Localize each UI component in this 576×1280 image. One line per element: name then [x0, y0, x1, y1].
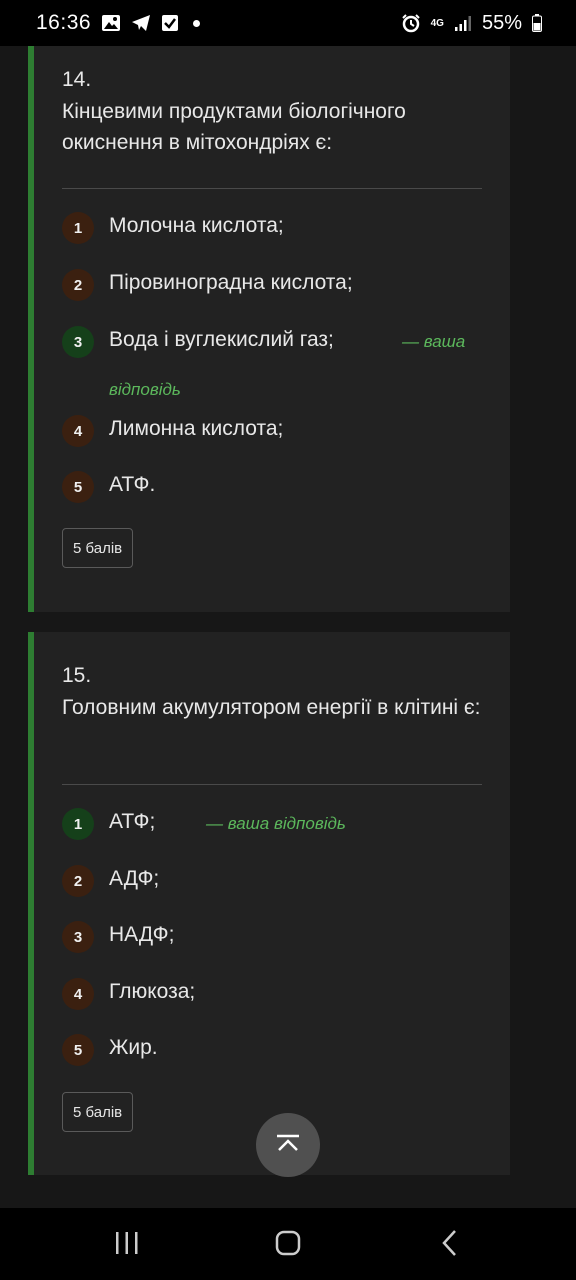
option-number-badge: 4 — [62, 978, 94, 1010]
option-1: 1 Молочна кислота; — [62, 212, 482, 248]
option-1-selected: 1 АТФ; — ваша відповідь — [62, 808, 482, 844]
points-badge: 5 балів — [62, 528, 134, 568]
question-card-14: 14. Кінцевими продуктами біологічного ок… — [28, 46, 510, 612]
option-number-badge: 4 — [62, 415, 94, 447]
question-number: 15. — [62, 664, 92, 687]
recent-apps-icon — [114, 1231, 140, 1260]
option-3: 3 НАДФ; — [62, 921, 482, 957]
your-answer-label: — ваша — [402, 332, 466, 351]
option-4: 4 Лимонна кислота; — [62, 415, 482, 451]
option-number-badge-correct: 3 — [62, 326, 94, 358]
network-type-icon: 4G — [430, 17, 444, 29]
back-button[interactable] — [430, 1229, 470, 1262]
status-time: 16:36 — [36, 11, 92, 34]
option-text: Молочна кислота; — [109, 214, 284, 237]
alarm-icon — [401, 13, 421, 33]
signal-icon — [454, 14, 472, 32]
option-number-badge: 5 — [62, 471, 94, 503]
option-3-selected: 3 Вода і вуглекислий газ; — ваша відпові… — [62, 326, 482, 406]
option-text: Піровиноградна кислота; — [109, 271, 353, 294]
option-number-badge: 2 — [62, 269, 94, 301]
option-number-badge-correct: 1 — [62, 808, 94, 840]
option-5: 5 АТФ. — [62, 471, 482, 507]
recent-apps-button[interactable] — [107, 1230, 147, 1260]
option-number-badge: 2 — [62, 865, 94, 897]
your-answer-label: — ваша відповідь — [206, 814, 346, 833]
scroll-to-top-button[interactable] — [256, 1113, 320, 1177]
option-text: АДФ; — [109, 867, 160, 890]
question-number: 14. — [62, 68, 92, 91]
option-text: НАДФ; — [109, 923, 175, 946]
divider — [62, 784, 482, 785]
question-text: Головним акумулятором енергії в клітині … — [62, 696, 481, 719]
chevron-up-icon — [275, 1133, 301, 1158]
option-2: 2 Піровиноградна кислота; — [62, 269, 482, 305]
option-number-badge: 1 — [62, 212, 94, 244]
option-text: АТФ. — [109, 473, 156, 496]
telegram-icon — [131, 14, 151, 32]
option-2: 2 АДФ; — [62, 865, 482, 901]
divider — [62, 188, 482, 189]
option-text: Глюкоза; — [109, 980, 196, 1003]
question-text: Кінцевими продуктами біологічного окисне… — [62, 100, 406, 154]
system-nav-bar — [0, 1208, 576, 1280]
home-icon — [275, 1230, 301, 1261]
option-text: АТФ; — [109, 810, 156, 833]
option-text: Вода і вуглекислий газ; — [109, 328, 334, 351]
option-number-badge: 3 — [62, 921, 94, 953]
battery-percent: 55% — [481, 11, 522, 34]
checkbox-icon — [161, 14, 179, 32]
question-card-15: 15. Головним акумулятором енергії в кліт… — [28, 632, 510, 1175]
your-answer-label-cont: відповідь — [109, 380, 181, 399]
status-bar: 16:36 4G 55% — [0, 0, 576, 46]
option-text: Лимонна кислота; — [109, 417, 284, 440]
points-badge: 5 балів — [62, 1092, 134, 1132]
notification-dot-icon — [193, 19, 201, 27]
battery-icon — [532, 14, 542, 32]
back-icon — [440, 1229, 460, 1262]
option-4: 4 Глюкоза; — [62, 978, 482, 1014]
gallery-icon — [101, 14, 121, 32]
option-5: 5 Жир. — [62, 1034, 482, 1070]
home-button[interactable] — [268, 1230, 308, 1260]
option-text: Жир. — [109, 1036, 158, 1059]
option-number-badge: 5 — [62, 1034, 94, 1066]
